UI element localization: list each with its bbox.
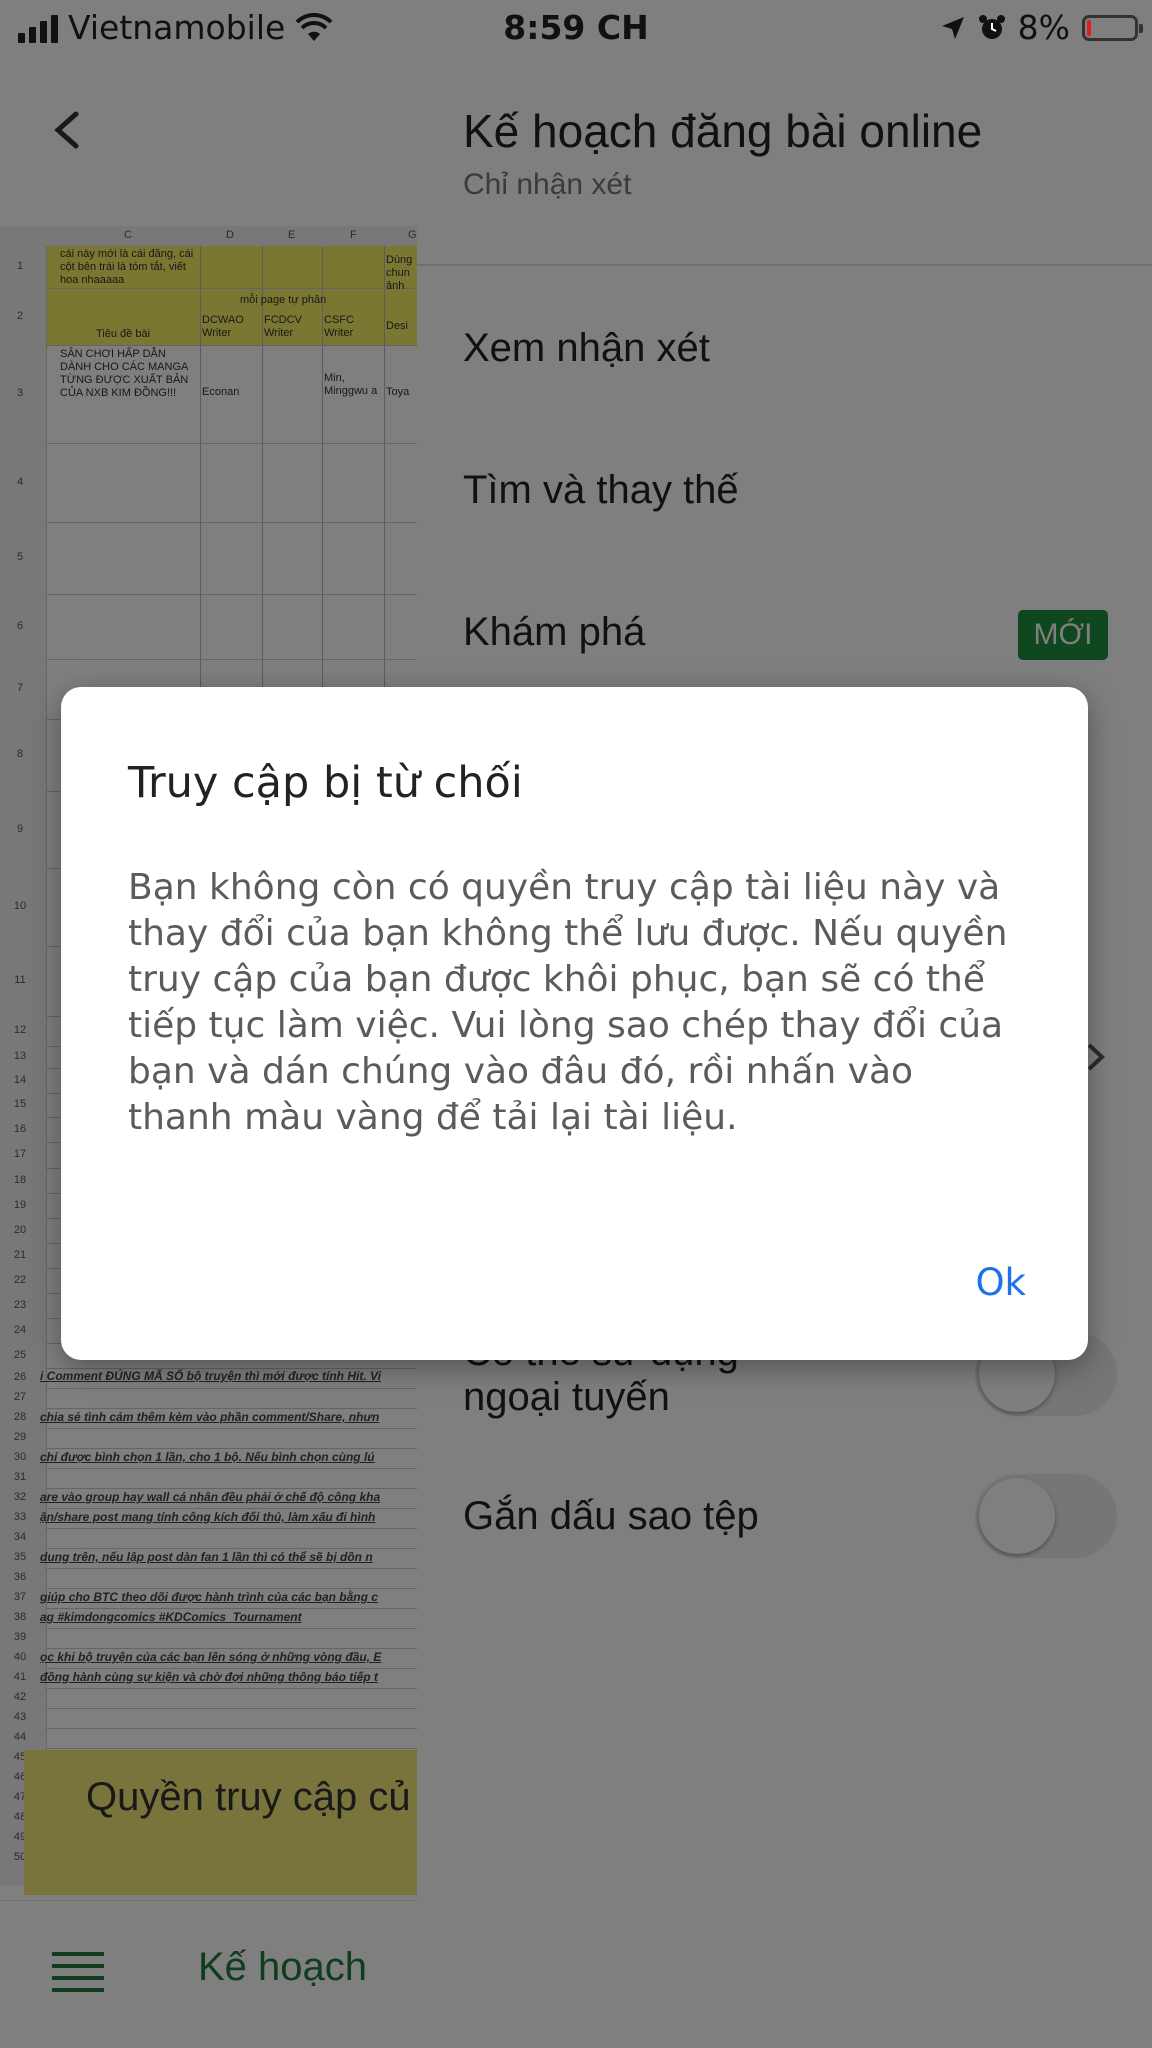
- alarm-icon: [978, 14, 1005, 39]
- location-arrow-icon: [941, 16, 964, 39]
- battery-icon: [1082, 14, 1143, 41]
- battery-percent: 8%: [1017, 8, 1070, 47]
- status-right: 8%: [940, 8, 1143, 47]
- status-bar: Vietnamobile 8:59 CH 8%: [0, 0, 1152, 58]
- dialog-title: Truy cập bị từ chối: [128, 758, 523, 808]
- dialog-message: Bạn không còn có quyền truy cập tài liệu…: [128, 867, 1008, 1138]
- battery-level: [1087, 19, 1091, 36]
- access-denied-dialog: Truy cập bị từ chối Bạn không còn có quy…: [61, 687, 1088, 1360]
- ok-button[interactable]: Ok: [975, 1261, 1026, 1304]
